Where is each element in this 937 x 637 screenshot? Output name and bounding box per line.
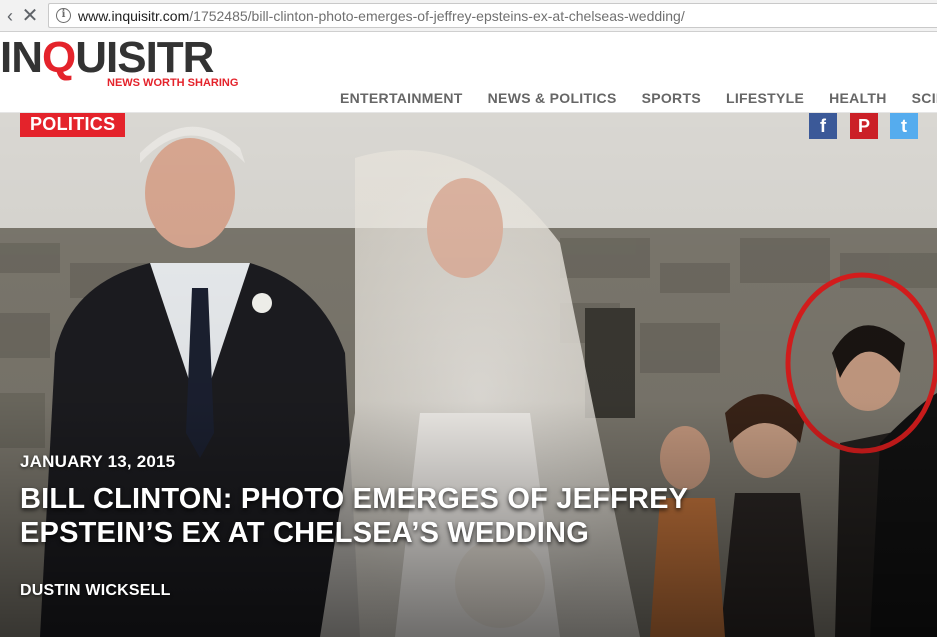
- post-title[interactable]: BILL CLINTON: PHOTO EMERGES OF JEFFREY E…: [20, 482, 760, 550]
- logo-text-end: UISITR: [75, 33, 214, 82]
- url-path: /1752485/bill-clinton-photo-emerges-of-j…: [189, 8, 685, 24]
- post-author[interactable]: DUSTIN WICKSELL: [20, 582, 171, 600]
- info-icon[interactable]: i: [56, 8, 71, 23]
- twitter-icon[interactable]: t: [890, 113, 918, 139]
- browser-toolbar: ‹ ✕ i www.inquisitr.com/1752485/bill-cli…: [0, 0, 937, 32]
- hero-article[interactable]: POLITICS f P t JANUARY 13, 2015 BILL CLI…: [0, 113, 937, 637]
- post-date: JANUARY 13, 2015: [20, 452, 176, 471]
- back-arrow-icon[interactable]: ‹: [0, 6, 20, 26]
- logo-text-start: IN: [0, 33, 43, 82]
- url-host: www.inquisitr.com: [78, 8, 190, 24]
- close-icon[interactable]: ✕: [20, 6, 40, 26]
- url-text[interactable]: www.inquisitr.com/1752485/bill-clinton-p…: [78, 8, 685, 24]
- site-tagline: NEWS WORTH SHARING: [107, 77, 239, 89]
- facebook-icon[interactable]: f: [809, 113, 837, 139]
- logo-q: Q: [42, 33, 76, 82]
- main-nav: ENTERTAINMENT NEWS & POLITICS SPORTS LIF…: [340, 90, 937, 108]
- nav-item-sports[interactable]: SPORTS: [642, 90, 701, 108]
- nav-item-science[interactable]: SCIE: [912, 90, 937, 108]
- nav-item-health[interactable]: HEALTH: [829, 90, 887, 108]
- category-badge[interactable]: POLITICS: [20, 113, 126, 137]
- address-bar[interactable]: i www.inquisitr.com/1752485/bill-clinton…: [48, 3, 937, 28]
- nav-item-lifestyle[interactable]: LIFESTYLE: [726, 90, 804, 108]
- site-logo[interactable]: INQUISITR: [0, 33, 214, 82]
- nav-item-entertainment[interactable]: ENTERTAINMENT: [340, 90, 463, 108]
- pinterest-icon[interactable]: P: [850, 113, 878, 139]
- site-header: INQUISITR NEWS WORTH SHARING ENTERTAINME…: [0, 32, 937, 113]
- nav-item-news-politics[interactable]: NEWS & POLITICS: [488, 90, 617, 108]
- hero-photo: [0, 113, 937, 637]
